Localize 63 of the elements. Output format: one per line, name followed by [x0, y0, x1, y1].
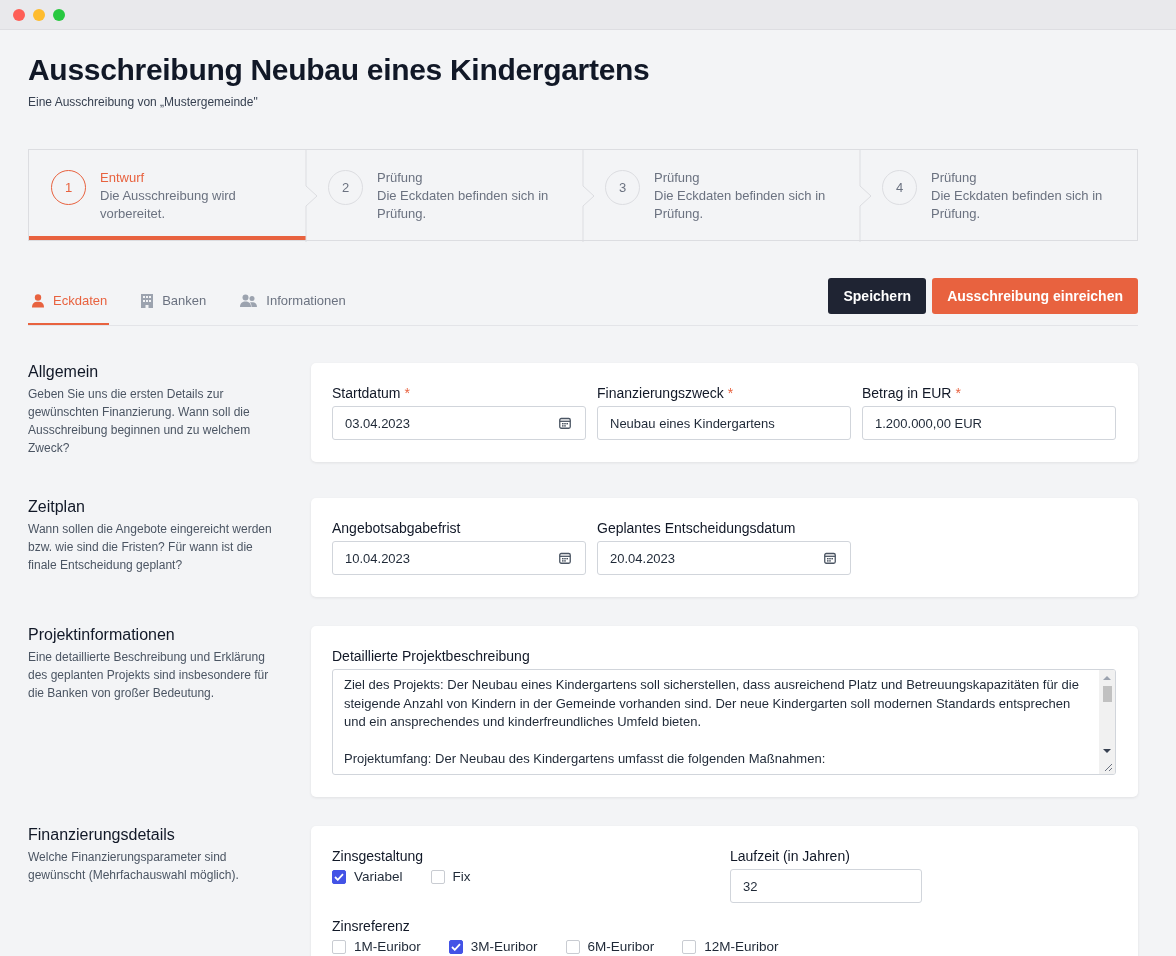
step-description: Die Eckdaten befinden sich in Prüfung.: [377, 187, 550, 223]
checkbox-label[interactable]: 12M-Euribor: [704, 939, 779, 954]
step-title: Prüfung: [654, 169, 701, 187]
field-label: Zinsgestaltung: [332, 847, 425, 865]
scrollbar[interactable]: [1099, 670, 1115, 774]
section-title: Zeitplan: [28, 497, 86, 517]
resize-handle-icon[interactable]: [1104, 763, 1113, 772]
text-field[interactable]: Neubau eines Kindergartens: [597, 406, 851, 440]
page-title: Ausschreibung Neubau eines Kindergartens: [28, 52, 651, 88]
textarea-field[interactable]: Ziel des Projekts: Der Neubau eines Kindergartens soll sicherstellen, dass ausreichend Platz und Betreuungskapazitäten für die steigende Anzahl von Kindern in der Gemeinde vorhanden sind. Der neue Kindergarten soll modernen Standards entsprechen und ein ansprechendes und kinderfreundliches Umfeld bieten. Projektumfang: Der Neubau des Kindergartens umfasst die folgenden Maßnahmen:: [332, 669, 1116, 775]
section-title: Allgemein: [28, 362, 100, 382]
checkbox-label[interactable]: 6M-Euribor: [587, 939, 655, 954]
step-description: Die Eckdaten befinden sich in Prüfung.: [654, 187, 827, 223]
section-title: Projektinformationen: [28, 625, 176, 645]
field-label: Startdatum *: [332, 384, 411, 402]
maximize-icon[interactable]: [53, 8, 65, 21]
field-label: Zinsreferenz: [332, 917, 411, 935]
calendar-icon[interactable]: [559, 417, 571, 429]
progress-step[interactable]: 2 Prüfung Die Eckdaten befinden sich in Prüfung.: [306, 150, 583, 240]
page-subtitle: Eine Ausschreibung von „Mustergemeinde": [28, 94, 259, 110]
calendar-icon[interactable]: [824, 552, 836, 564]
person-icon: [32, 294, 44, 308]
field-label: Finanzierungszweck *: [597, 384, 735, 402]
people-icon: [240, 294, 258, 308]
minimize-icon[interactable]: [33, 8, 45, 21]
tab[interactable]: Banken: [137, 277, 209, 325]
progress-step[interactable]: 3 Prüfung Die Eckdaten befinden sich in Prüfung.: [583, 150, 860, 240]
checkbox-label[interactable]: Fix: [452, 869, 471, 884]
step-title: Entwurf: [100, 169, 146, 187]
step-description: Die Eckdaten befinden sich in Prüfung.: [931, 187, 1104, 223]
save-button[interactable]: Speichern: [828, 278, 927, 314]
checkbox-label[interactable]: Variabel: [354, 869, 403, 884]
section-description: Wann sollen die Angebote eingereicht werden bzw. wie sind die Fristen? Für wann ist die finale Entscheidung geplant?: [28, 521, 273, 574]
checkbox[interactable]: [448, 939, 463, 954]
field-label: Angebotsabgabefrist: [332, 519, 462, 537]
section-title: Finanzierungsdetails: [28, 825, 176, 845]
checkbox-label[interactable]: 1M-Euribor: [354, 939, 421, 954]
scroll-up-icon[interactable]: [1103, 675, 1111, 681]
section-description: Eine detaillierte Beschreibung und Erklärung des geplanten Projekts sind insbesondere für die Banken von großer Bedeutung.: [28, 649, 270, 702]
tab[interactable]: Informationen: [236, 277, 348, 325]
progress-step[interactable]: 4 Prüfung Die Eckdaten befinden sich in Prüfung.: [860, 150, 1137, 240]
field-label: Laufzeit (in Jahren): [730, 847, 851, 865]
progress-step[interactable]: 1 Entwurf Die Ausschreibung wird vorbereitet.: [29, 150, 306, 240]
text-field[interactable]: 1.200.000,00 EUR: [862, 406, 1116, 440]
step-title: Prüfung: [377, 169, 424, 187]
section-description: Geben Sie uns die ersten Details zur gewünschten Finanzierung. Wann soll die Ausschreibung beginnen und zu welchem Zweck?: [28, 386, 252, 457]
section-description: Welche Finanzierungsparameter sind gewünscht (Mehrfachauswahl möglich).: [28, 849, 240, 884]
date-field[interactable]: 03.04.2023: [332, 406, 586, 440]
date-field[interactable]: 10.04.2023: [332, 541, 586, 575]
field-label: Detaillierte Projektbeschreibung: [332, 647, 531, 665]
field-label: Geplantes Entscheidungsdatum: [597, 519, 797, 537]
step-title: Prüfung: [931, 169, 978, 187]
checkbox-label[interactable]: 3M-Euribor: [470, 939, 538, 954]
close-icon[interactable]: [13, 8, 25, 21]
scrollbar-thumb[interactable]: [1102, 686, 1112, 702]
step-description: Die Ausschreibung wird vorbereitet.: [100, 187, 237, 223]
checkbox[interactable]: [332, 869, 346, 884]
calendar-icon[interactable]: [559, 552, 571, 564]
scroll-down-icon[interactable]: [1103, 748, 1111, 754]
number-field[interactable]: 32: [730, 869, 922, 903]
building-icon: [141, 294, 154, 308]
date-field[interactable]: 20.04.2023: [597, 541, 851, 575]
field-label: Betrag in EUR *: [862, 384, 962, 402]
